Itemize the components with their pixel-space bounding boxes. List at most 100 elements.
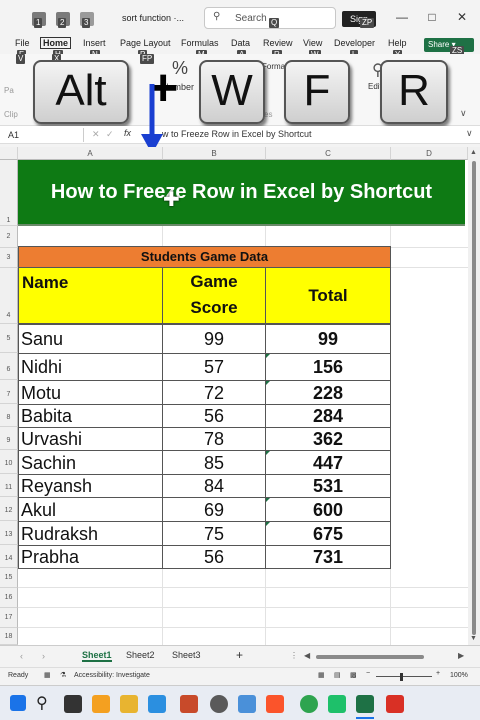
record-total[interactable]: 675 bbox=[265, 521, 391, 546]
tab-review[interactable]: Review bbox=[263, 38, 293, 48]
row-header[interactable]: 13 bbox=[0, 521, 18, 545]
tab-file[interactable]: File bbox=[15, 38, 30, 48]
image-viewer-icon[interactable] bbox=[238, 695, 256, 713]
next-sheet-icon[interactable]: › bbox=[42, 651, 45, 661]
record-name[interactable]: Reyansh bbox=[18, 474, 163, 498]
record-total[interactable]: 531 bbox=[265, 474, 391, 498]
select-all-corner[interactable] bbox=[0, 147, 18, 160]
row-header[interactable]: 12 bbox=[0, 497, 18, 521]
record-score[interactable]: 56 bbox=[162, 404, 266, 428]
record-score[interactable]: 84 bbox=[162, 474, 266, 498]
zoom-out-icon[interactable]: − bbox=[366, 670, 370, 677]
record-score[interactable]: 57 bbox=[162, 353, 266, 381]
row-header[interactable]: 10 bbox=[0, 450, 18, 474]
vertical-scroll-thumb[interactable] bbox=[472, 161, 476, 635]
row-header[interactable]: 9 bbox=[0, 427, 18, 450]
record-total[interactable]: 99 bbox=[265, 324, 391, 354]
chrome-icon[interactable] bbox=[300, 695, 318, 713]
normal-view-icon[interactable]: ▦ bbox=[318, 671, 325, 679]
horizontal-scroll-thumb[interactable] bbox=[316, 655, 424, 659]
row-header[interactable]: 4 bbox=[0, 268, 18, 324]
row-header[interactable]: 7 bbox=[0, 380, 18, 404]
enter-icon[interactable]: ✓ bbox=[106, 129, 114, 140]
split-handle-icon[interactable]: ⋮ bbox=[290, 651, 298, 660]
table-caption[interactable]: Students Game Data bbox=[18, 246, 391, 268]
tab-help[interactable]: Help bbox=[388, 38, 407, 48]
record-name[interactable]: Rudraksh bbox=[18, 521, 163, 546]
brave-icon[interactable] bbox=[266, 695, 284, 713]
row-header[interactable]: 8 bbox=[0, 404, 18, 427]
search-box[interactable]: ⚲ Search Q bbox=[204, 7, 336, 29]
minimize-icon[interactable]: — bbox=[394, 10, 410, 24]
formula-input[interactable]: w to Freeze Row in Excel by Shortcut bbox=[162, 129, 312, 139]
edge-icon[interactable] bbox=[148, 695, 166, 713]
column-header-b[interactable]: B bbox=[163, 147, 266, 160]
fx-icon[interactable]: fx bbox=[124, 128, 131, 138]
add-sheet-button[interactable]: + bbox=[236, 648, 243, 662]
page-break-view-icon[interactable]: ▩ bbox=[350, 671, 357, 679]
tab-insert[interactable]: Insert bbox=[83, 38, 106, 48]
share-button[interactable]: Share ▾ bbox=[424, 38, 474, 52]
row-header[interactable]: 18 bbox=[0, 628, 18, 645]
column-header-c[interactable]: C bbox=[266, 147, 391, 160]
scroll-right-icon[interactable]: ▶ bbox=[458, 651, 464, 660]
zoom-slider-thumb[interactable] bbox=[400, 673, 403, 681]
page-layout-view-icon[interactable]: ▤ bbox=[334, 671, 341, 679]
record-total[interactable]: 600 bbox=[265, 497, 391, 522]
row-header[interactable]: 3 bbox=[0, 248, 18, 268]
record-total[interactable]: 284 bbox=[265, 404, 391, 428]
record-total[interactable]: 156 bbox=[265, 353, 391, 381]
camtasia-icon[interactable] bbox=[328, 695, 346, 713]
title-banner[interactable]: How to Freeze Row in Excel by Shortcut bbox=[18, 160, 465, 226]
row-header[interactable]: 16 bbox=[0, 588, 18, 608]
accessibility-status[interactable]: Accessibility: Investigate bbox=[74, 672, 150, 679]
photos-icon[interactable] bbox=[92, 695, 110, 713]
record-name[interactable]: Sachin bbox=[18, 450, 163, 475]
cancel-icon[interactable]: ✕ bbox=[92, 129, 100, 140]
vertical-scrollbar[interactable]: ▲ ▼ bbox=[468, 147, 480, 645]
record-total[interactable]: 447 bbox=[265, 450, 391, 475]
task-view-icon[interactable] bbox=[64, 695, 82, 713]
record-name[interactable]: Prabha bbox=[18, 545, 163, 569]
record-total[interactable]: 731 bbox=[265, 545, 391, 569]
record-score[interactable]: 78 bbox=[162, 427, 266, 451]
windows-start-icon[interactable] bbox=[10, 695, 26, 711]
scroll-left-icon[interactable]: ◀ bbox=[304, 651, 310, 660]
column-header-d[interactable]: D bbox=[391, 147, 468, 160]
row-header[interactable]: 17 bbox=[0, 608, 18, 628]
tab-home[interactable]: Home bbox=[40, 37, 72, 49]
ribbon-collapse-icon[interactable]: ∨ bbox=[460, 108, 467, 119]
header-game-score[interactable]: Game Score bbox=[162, 267, 266, 324]
tab-view[interactable]: View bbox=[303, 38, 322, 48]
sheet-tab-sheet1[interactable]: Sheet1 bbox=[82, 650, 112, 662]
worksheet-grid[interactable]: A B C D 1 2 3 4 5 6 7 8 9 10 11 12 13 14… bbox=[0, 147, 468, 645]
column-header-a[interactable]: A bbox=[18, 147, 163, 160]
record-name[interactable]: Sanu bbox=[18, 324, 163, 354]
scroll-up-icon[interactable]: ▲ bbox=[470, 149, 477, 156]
accessibility-icon[interactable]: ⚗ bbox=[60, 671, 66, 679]
tab-page-layout[interactable]: Page Layout bbox=[120, 38, 171, 48]
header-total[interactable]: Total bbox=[265, 267, 391, 324]
record-score[interactable]: 75 bbox=[162, 521, 266, 546]
close-icon[interactable]: ✕ bbox=[454, 10, 470, 24]
app-icon[interactable] bbox=[386, 695, 404, 713]
header-name[interactable]: Name bbox=[18, 267, 163, 324]
zoom-slider[interactable] bbox=[376, 676, 432, 677]
record-score[interactable]: 85 bbox=[162, 450, 266, 475]
record-total[interactable]: 362 bbox=[265, 427, 391, 451]
record-name[interactable]: Motu bbox=[18, 380, 163, 405]
file-explorer-icon[interactable] bbox=[120, 695, 138, 713]
row-header[interactable]: 11 bbox=[0, 474, 18, 497]
record-total[interactable]: 228 bbox=[265, 380, 391, 405]
row-header[interactable]: 6 bbox=[0, 353, 18, 380]
row-header[interactable]: 2 bbox=[0, 226, 18, 248]
tab-developer[interactable]: Developer bbox=[334, 38, 375, 48]
record-name[interactable]: Urvashi bbox=[18, 427, 163, 451]
row-header[interactable]: 14 bbox=[0, 545, 18, 568]
record-score[interactable]: 72 bbox=[162, 380, 266, 405]
zoom-level[interactable]: 100% bbox=[450, 672, 468, 679]
row-header[interactable]: 1 bbox=[0, 160, 18, 226]
store-icon[interactable] bbox=[180, 695, 198, 713]
excel-taskbar-icon[interactable] bbox=[356, 695, 374, 713]
row-header[interactable]: 5 bbox=[0, 324, 18, 353]
